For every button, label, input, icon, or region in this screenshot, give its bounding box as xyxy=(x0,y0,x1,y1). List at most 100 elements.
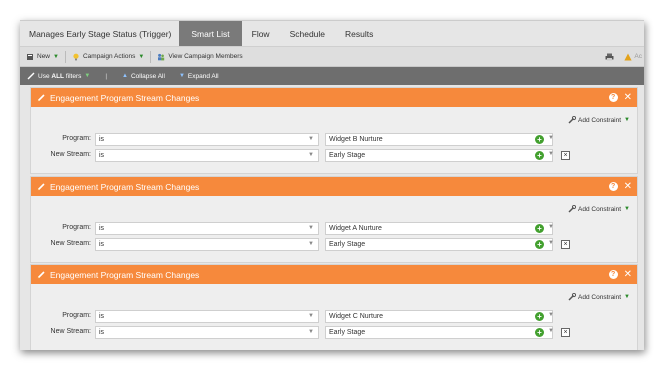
filter-header[interactable]: Engagement Program Stream Changes ? ✕ xyxy=(31,88,637,107)
lightbulb-icon xyxy=(73,53,79,60)
chevron-down-icon: ▼ xyxy=(138,53,145,60)
wrench-icon xyxy=(568,293,577,301)
operator-select[interactable]: is ▼ xyxy=(95,149,319,162)
view-campaign-members-button[interactable]: View Campaign Members xyxy=(151,47,248,66)
add-constraint-button[interactable]: Add Constraint ▼ xyxy=(568,116,630,124)
close-icon[interactable]: ✕ xyxy=(624,92,632,103)
add-value-icon[interactable]: + xyxy=(535,224,544,233)
filter-icon xyxy=(27,72,35,80)
expand-all-button[interactable]: ▼ Expand All xyxy=(172,73,226,80)
people-icon xyxy=(158,53,165,60)
value-text: Early Stage xyxy=(329,241,366,248)
tab-smart-list[interactable]: Smart List xyxy=(179,21,242,46)
filter-body: Add Constraint ▼ Program: is ▼ Widget A N… xyxy=(31,196,637,262)
chevron-down-icon[interactable]: ▼ xyxy=(548,135,554,141)
chevron-down-icon: ▼ xyxy=(308,241,314,247)
operator-select[interactable]: is ▼ xyxy=(95,310,319,323)
campaign-actions-button[interactable]: Campaign Actions ▼ xyxy=(66,47,150,66)
delete-constraint-icon[interactable]: × xyxy=(561,328,570,337)
filter-header[interactable]: Engagement Program Stream Changes ? ✕ xyxy=(31,177,637,196)
expand-icon: ▼ xyxy=(178,73,185,79)
filter-card: Engagement Program Stream Changes ? ✕ Ad… xyxy=(30,87,638,174)
add-value-icon[interactable]: + xyxy=(535,328,544,337)
constraint-row: New Stream: is ▼ Early Stage + ▼ × xyxy=(31,149,637,163)
wrench-icon xyxy=(568,116,577,124)
help-icon[interactable]: ? xyxy=(608,270,618,279)
add-constraint-label: Add Constraint xyxy=(578,116,622,124)
pencil-icon xyxy=(37,183,45,191)
help-icon[interactable]: ? xyxy=(608,93,618,102)
partial-action-button[interactable]: Ac xyxy=(624,53,642,61)
value-select[interactable]: Widget A Nurture xyxy=(325,222,553,235)
use-filters-selector[interactable]: Use ALL filters ▼ xyxy=(20,72,97,80)
new-icon xyxy=(27,53,33,60)
tab-flow[interactable]: Flow xyxy=(242,21,280,46)
filter-title: Engagement Program Stream Changes xyxy=(50,269,200,280)
operator-value: is xyxy=(99,152,105,159)
operator-select[interactable]: is ▼ xyxy=(95,326,319,339)
close-icon[interactable]: ✕ xyxy=(624,181,632,192)
tab-schedule[interactable]: Schedule xyxy=(280,21,335,46)
campaign-actions-label: Campaign Actions xyxy=(82,53,136,60)
add-constraint-button[interactable]: Add Constraint ▼ xyxy=(568,293,630,301)
filter-title: Engagement Program Stream Changes xyxy=(50,181,200,192)
help-icon[interactable]: ? xyxy=(608,182,618,191)
chevron-down-icon: ▼ xyxy=(53,53,59,60)
add-value-icon[interactable]: + xyxy=(535,151,544,160)
filterbar-divider: | xyxy=(105,72,108,80)
value-text: Early Stage xyxy=(329,152,366,159)
view-campaign-members-label: View Campaign Members xyxy=(168,53,243,60)
new-label: New xyxy=(37,53,51,60)
add-constraint-button[interactable]: Add Constraint ▼ xyxy=(568,205,630,213)
value-select[interactable]: Early Stage xyxy=(325,238,553,251)
value-text: Widget B Nurture xyxy=(329,136,383,143)
value-text: Early Stage xyxy=(329,329,366,336)
warning-icon xyxy=(624,53,633,60)
print-icon[interactable] xyxy=(605,53,614,61)
value-select[interactable]: Widget B Nurture xyxy=(325,133,553,146)
constraint-label: New Stream: xyxy=(50,328,91,335)
constraint-label: New Stream: xyxy=(50,151,91,158)
add-constraint-label: Add Constraint xyxy=(578,293,622,301)
constraint-label: Program: xyxy=(62,312,91,319)
filter-bar: Use ALL filters ▼ | ▲ Collapse All ▼ Exp… xyxy=(20,67,644,85)
chevron-down-icon[interactable]: ▼ xyxy=(548,312,554,318)
operator-select[interactable]: is ▼ xyxy=(95,133,319,146)
operator-value: is xyxy=(99,329,105,336)
tab-results[interactable]: Results xyxy=(335,21,383,46)
close-icon[interactable]: ✕ xyxy=(624,269,632,280)
filter-body: Add Constraint ▼ Program: is ▼ Widget B N… xyxy=(31,107,637,173)
chevron-down-icon: ▼ xyxy=(624,117,630,123)
chevron-down-icon[interactable]: ▼ xyxy=(548,328,554,334)
add-value-icon[interactable]: + xyxy=(535,240,544,249)
chevron-down-icon[interactable]: ▼ xyxy=(548,151,554,157)
filter-card: Engagement Program Stream Changes ? ✕ Ad… xyxy=(30,176,638,263)
value-select[interactable]: Early Stage xyxy=(325,326,553,339)
add-value-icon[interactable]: + xyxy=(535,135,544,144)
app-frame: Manages Early Stage Status (Trigger) Sma… xyxy=(20,20,644,350)
filters-label: filters xyxy=(65,72,82,80)
operator-select[interactable]: is ▼ xyxy=(95,222,319,235)
add-value-icon[interactable]: + xyxy=(535,312,544,321)
constraint-row: Program: is ▼ Widget C Nurture + ▼ xyxy=(31,310,637,324)
pencil-icon xyxy=(37,94,45,102)
chevron-down-icon: ▼ xyxy=(308,225,314,231)
tab-bar: Manages Early Stage Status (Trigger) Sma… xyxy=(20,21,644,47)
expand-all-label: Expand All xyxy=(187,72,219,80)
chevron-down-icon: ▼ xyxy=(308,313,314,319)
chevron-down-icon[interactable]: ▼ xyxy=(548,240,554,246)
chevron-down-icon: ▼ xyxy=(624,294,630,300)
filter-card: Engagement Program Stream Changes ? ✕ Ad… xyxy=(30,264,638,350)
use-all-label: ALL xyxy=(51,72,65,80)
chevron-down-icon[interactable]: ▼ xyxy=(548,224,554,230)
collapse-all-button[interactable]: ▲ Collapse All xyxy=(115,73,172,80)
filter-header[interactable]: Engagement Program Stream Changes ? ✕ xyxy=(31,265,637,284)
value-select[interactable]: Early Stage xyxy=(325,149,553,162)
operator-select[interactable]: is ▼ xyxy=(95,238,319,251)
delete-constraint-icon[interactable]: × xyxy=(561,151,570,160)
new-button[interactable]: New ▼ xyxy=(20,47,65,66)
delete-constraint-icon[interactable]: × xyxy=(561,240,570,249)
value-select[interactable]: Widget C Nurture xyxy=(325,310,553,323)
tab-campaign-name[interactable]: Manages Early Stage Status (Trigger) xyxy=(20,21,179,46)
constraint-row: Program: is ▼ Widget A Nurture + ▼ xyxy=(31,222,637,236)
